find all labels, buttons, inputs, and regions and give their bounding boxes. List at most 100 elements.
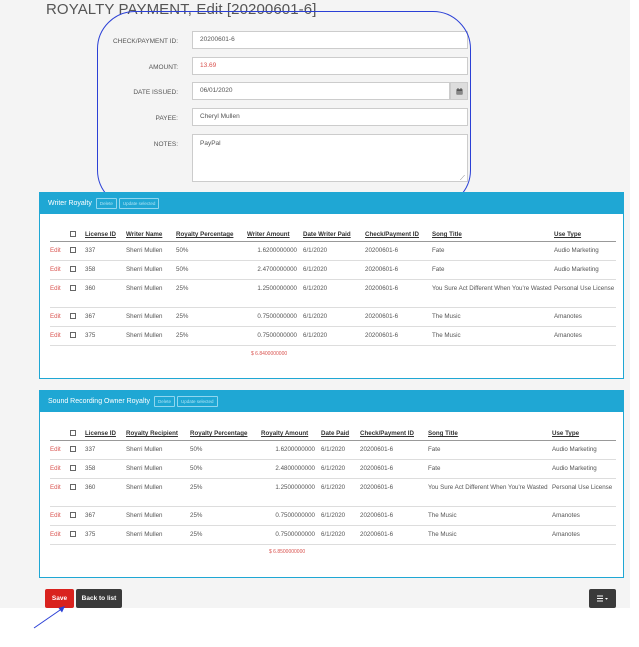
edit-link[interactable]: Edit	[50, 326, 70, 346]
payee-label: PAYEE:	[155, 115, 178, 122]
table-cell: 337	[85, 241, 126, 261]
edit-link[interactable]: Edit	[50, 440, 70, 460]
page-title: ROYALTY PAYMENT, Edit [20200601-6]	[46, 1, 317, 18]
row-select-cell	[70, 241, 85, 261]
table-row: Edit 360 Sherri Mullen 25% 1.2500000000 6/1/2…	[50, 478, 616, 507]
table-cell: 25%	[176, 326, 247, 346]
check-id-input[interactable]: 20200601-6	[192, 31, 468, 49]
table-cell: 358	[85, 260, 126, 280]
row-select-cell	[70, 279, 85, 308]
edit-link[interactable]: Edit	[50, 478, 70, 507]
edit-link[interactable]: Edit	[50, 459, 70, 479]
edit-link[interactable]: Edit	[50, 506, 70, 526]
payee-input[interactable]: Cheryl Mullen	[192, 108, 468, 126]
table-cell: Sherri Mullen	[126, 241, 176, 261]
notes-label: NOTES:	[153, 141, 178, 148]
table-cell: 6/1/2020	[303, 260, 365, 280]
table-cell: You Sure Act Different When You're Waste…	[428, 478, 552, 507]
row-checkbox[interactable]	[70, 484, 76, 491]
row-checkbox[interactable]	[70, 266, 76, 273]
table-cell: The Music	[432, 307, 554, 327]
row-checkbox[interactable]	[70, 446, 76, 453]
table-cell: The Music	[428, 506, 552, 526]
column-header[interactable]: Royalty Recipient	[126, 425, 190, 441]
edit-link[interactable]: Edit	[50, 279, 70, 308]
table-cell: 367	[85, 506, 126, 526]
table-cell: 375	[85, 525, 126, 545]
table-row: Edit 367 Sherri Mullen 25% 0.7500000000 6/1/2…	[50, 506, 616, 526]
table-cell: 6/1/2020	[321, 440, 360, 460]
table-cell: 1.6200000000	[247, 241, 303, 261]
table-row: Edit 337 Sherri Mullen 50% 1.6200000000 6/1/2…	[50, 241, 616, 261]
table-cell: 25%	[176, 279, 247, 308]
calendar-icon	[456, 87, 462, 94]
table-cell: Sherri Mullen	[126, 478, 190, 507]
amount-input[interactable]: 13.69	[192, 57, 468, 75]
select-all-checkbox[interactable]	[70, 430, 76, 437]
column-header[interactable]: Use Type	[552, 425, 616, 441]
edit-link[interactable]: Edit	[50, 241, 70, 261]
row-checkbox[interactable]	[70, 512, 76, 519]
writer-update-selected-button[interactable]: Update selected	[118, 198, 160, 209]
table-row: Edit 367 Sherri Mullen 25% 0.7500000000 6/1/2…	[50, 307, 616, 327]
select-all-checkbox[interactable]	[70, 231, 76, 238]
table-cell: Sherri Mullen	[126, 506, 190, 526]
table-cell: Sherri Mullen	[126, 440, 190, 460]
table-header-row: License ID Writer Name Royalty Percentag…	[50, 226, 616, 242]
column-header[interactable]: Date Paid	[321, 425, 360, 441]
back-to-list-button[interactable]: Back to list	[76, 589, 122, 608]
column-header[interactable]: License ID	[85, 226, 126, 242]
select-all-header	[70, 425, 85, 441]
menu-dropdown-button[interactable]	[589, 589, 616, 608]
column-header[interactable]: Song Title	[428, 425, 552, 441]
table-cell: 6/1/2020	[303, 326, 365, 346]
column-header[interactable]: Use Type	[554, 226, 616, 242]
writer-delete-button[interactable]: Delete	[95, 198, 117, 209]
table-cell: 2.4800000000	[261, 459, 321, 479]
column-header[interactable]: Song Title	[432, 226, 554, 242]
edit-link[interactable]: Edit	[50, 307, 70, 327]
row-select-cell	[70, 459, 85, 479]
row-select-cell	[70, 326, 85, 346]
column-header[interactable]: Royalty Percentage	[176, 226, 247, 242]
table-cell: 25%	[190, 478, 261, 507]
resize-grip-icon[interactable]: ⟋	[460, 175, 465, 183]
notes-textarea[interactable]: PayPal	[192, 134, 468, 182]
row-checkbox[interactable]	[70, 313, 76, 320]
table-cell: Amanotes	[552, 525, 616, 545]
column-header[interactable]: Date Writer Paid	[303, 226, 365, 242]
sound-table-body: Edit 337 Sherri Mullen 50% 1.6200000000 6/1/2…	[50, 440, 616, 545]
table-cell: 20200601-6	[365, 307, 432, 327]
column-header[interactable]: Check/Payment ID	[360, 425, 428, 441]
table-cell: 358	[85, 459, 126, 479]
edit-column-header	[50, 425, 70, 441]
calendar-button[interactable]	[450, 82, 468, 100]
table-cell: 50%	[190, 459, 261, 479]
column-header[interactable]: License ID	[85, 425, 126, 441]
table-cell: 20200601-6	[365, 279, 432, 308]
row-checkbox[interactable]	[70, 247, 76, 254]
table-cell: 1.6200000000	[261, 440, 321, 460]
column-header[interactable]: Check/Payment ID	[365, 226, 432, 242]
column-header[interactable]: Writer Amount	[247, 226, 303, 242]
table-cell: 6/1/2020	[303, 307, 365, 327]
sound-delete-button[interactable]: Delete	[153, 396, 175, 407]
table-cell: Audio Marketing	[552, 459, 616, 479]
table-cell: Sherri Mullen	[126, 459, 190, 479]
table-cell: 50%	[190, 440, 261, 460]
sound-update-selected-button[interactable]: Update selected	[176, 396, 218, 407]
edit-link[interactable]: Edit	[50, 260, 70, 280]
date-issued-input[interactable]: 06/01/2020	[192, 82, 450, 100]
row-checkbox[interactable]	[70, 332, 76, 339]
column-header[interactable]: Royalty Percentage	[190, 425, 261, 441]
row-checkbox[interactable]	[70, 465, 76, 472]
table-cell: 25%	[176, 307, 247, 327]
row-checkbox[interactable]	[70, 531, 76, 538]
edit-link[interactable]: Edit	[50, 525, 70, 545]
row-select-cell	[70, 307, 85, 327]
amount-label: AMOUNT:	[148, 64, 178, 71]
column-header[interactable]: Royalty Amount	[261, 425, 321, 441]
sound-amount-total: $ 6.8500000000	[269, 549, 306, 555]
row-checkbox[interactable]	[70, 285, 76, 292]
column-header[interactable]: Writer Name	[126, 226, 176, 242]
